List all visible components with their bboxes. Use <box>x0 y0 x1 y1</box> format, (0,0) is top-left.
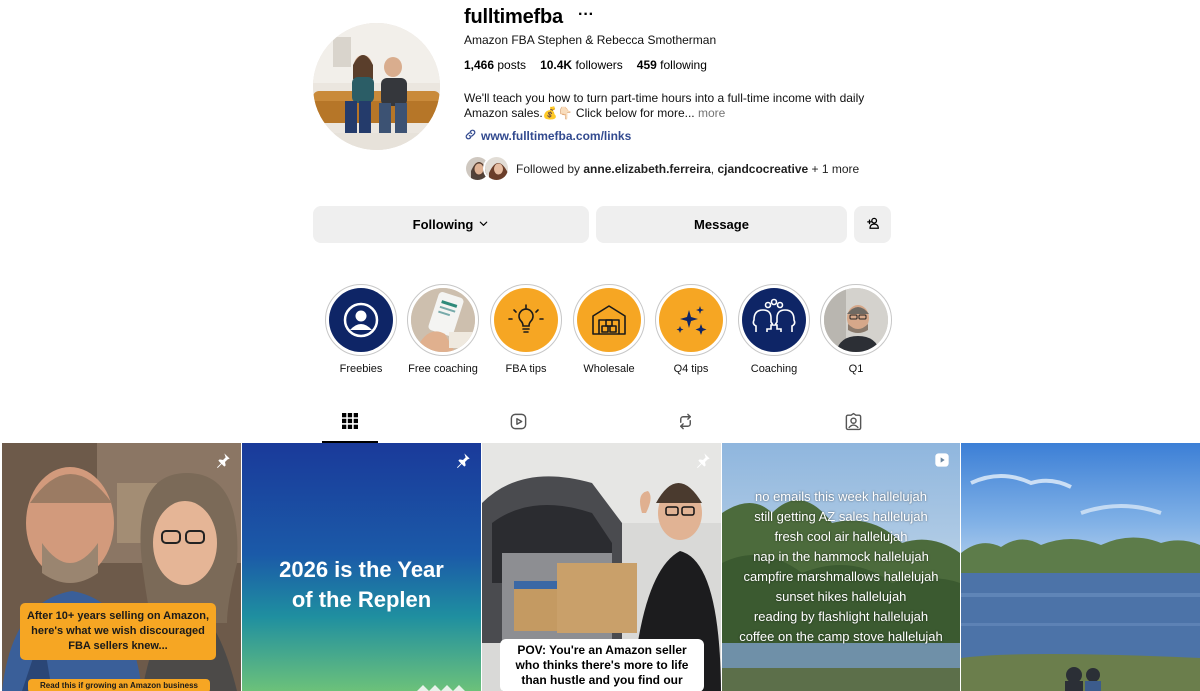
post-4-lyrics: no emails this week hallelujah still get… <box>722 487 960 647</box>
add-user-icon <box>866 216 880 233</box>
highlight-free-coaching[interactable]: Free coaching <box>407 284 479 375</box>
followed-separator: , <box>710 161 715 176</box>
post-tile-2[interactable]: 2026 is the Year of the Replen <box>242 443 481 691</box>
reels-icon <box>509 412 528 436</box>
tab-tagged[interactable] <box>825 405 881 443</box>
post-2-title: 2026 is the Year of the Replen <box>242 555 481 615</box>
follower-avatar-2 <box>483 155 510 182</box>
post-4-line: no emails this week hallelujah <box>755 489 927 504</box>
tab-reels[interactable] <box>490 405 546 443</box>
tagged-icon <box>844 412 863 436</box>
highlight-ring <box>655 284 727 356</box>
followed-user-1[interactable]: anne.elizabeth.ferreira <box>583 162 710 176</box>
highlight-coaching[interactable]: Coaching <box>738 284 810 375</box>
message-button[interactable]: Message <box>596 206 847 243</box>
following-button-label: Following <box>412 217 474 232</box>
posts-grid: After 10+ years selling on Amazon, here'… <box>2 443 1200 691</box>
message-button-label: Message <box>694 217 749 232</box>
following-count: 459 <box>636 58 657 72</box>
post-3-caption: POV: You're an Amazon seller who thinks … <box>500 639 704 691</box>
bio-line-2-wrap: Amazon sales.💰👇🏻 Click below for more...… <box>464 106 884 121</box>
profile-website-link[interactable]: www.fulltimefba.com/links <box>464 128 631 144</box>
warehouse-icon <box>577 288 641 352</box>
profile-stats: 1,466 posts 10.4K followers 459 followin… <box>464 58 707 72</box>
post-tile-3[interactable]: POV: You're an Amazon seller who thinks … <box>482 443 721 691</box>
highlight-ring <box>738 284 810 356</box>
followers-count: 10.4K <box>540 58 573 72</box>
repost-icon <box>676 412 695 436</box>
posts-stat: 1,466 posts <box>464 58 526 72</box>
more-options-icon[interactable]: ··· <box>578 6 594 24</box>
post-4-line: still getting AZ sales hallelujah <box>754 509 928 524</box>
grid-icon <box>342 412 358 434</box>
post-4-line: campfire marshmallows hallelujah <box>743 569 939 584</box>
followed-suffix: + 1 more <box>811 161 860 176</box>
profile-tabs <box>322 405 896 443</box>
bio-more-link[interactable]: more <box>698 106 725 120</box>
post-4-line: fresh cool air hallelujah <box>774 529 908 544</box>
tab-posts[interactable] <box>322 405 378 443</box>
following-stat[interactable]: 459 following <box>637 58 707 72</box>
lightbulb-icon <box>494 288 558 352</box>
highlight-ring <box>325 284 397 356</box>
post-tile-1[interactable]: After 10+ years selling on Amazon, here'… <box>2 443 241 691</box>
link-text: www.fulltimefba.com/links <box>481 129 632 143</box>
post-4-line: reading by flashlight hallelujah <box>753 609 929 624</box>
post-3-caption-line-3: than hustle and you find our <box>521 673 683 687</box>
highlight-label: Q1 <box>848 363 864 375</box>
highlight-wholesale[interactable]: Wholesale <box>573 284 645 375</box>
bio-line-2: Amazon sales.💰👇🏻 Click below for more... <box>464 106 695 120</box>
profile-username: fulltimefba <box>464 6 563 28</box>
post-4-line: coffee on the camp stove hallelujah <box>739 629 943 644</box>
highlight-fba-tips[interactable]: FBA tips <box>490 284 562 375</box>
bio-line-1: We'll teach you how to turn part-time ho… <box>464 91 865 105</box>
heads-gears-icon <box>742 288 806 352</box>
reel-icon <box>934 452 950 468</box>
post-3-caption-line-2: who thinks there's more to life <box>515 658 689 672</box>
highlight-q4-tips[interactable]: Q4 tips <box>655 284 727 375</box>
post-2-title-line-1: 2026 is the Year <box>279 557 444 582</box>
pin-icon <box>215 452 231 468</box>
link-icon <box>464 128 477 144</box>
pin-icon <box>455 452 471 468</box>
man-photo <box>824 288 888 352</box>
following-button[interactable]: Following <box>313 206 589 243</box>
post-5-image <box>961 443 1200 691</box>
sparkles-icon <box>659 288 723 352</box>
profile-bio: We'll teach you how to turn part-time ho… <box>464 91 884 121</box>
post-2-title-line-2: of the Replen <box>291 587 432 612</box>
suggested-users-button[interactable] <box>854 206 891 243</box>
chevron-down-icon <box>478 217 489 232</box>
post-tile-5[interactable] <box>961 443 1200 691</box>
post-4-line: sunset hikes hallelujah <box>775 589 907 604</box>
post-1-footer: Read this if growing an Amazon business <box>28 679 210 691</box>
highlight-freebies[interactable]: Freebies <box>325 284 397 375</box>
highlight-ring <box>490 284 562 356</box>
posts-label: posts <box>497 58 527 72</box>
tab-reposts[interactable] <box>657 405 713 443</box>
following-label: following <box>660 58 707 72</box>
post-1-caption: After 10+ years selling on Amazon, here'… <box>20 603 216 660</box>
person-circle-icon <box>329 288 393 352</box>
highlight-ring <box>407 284 479 356</box>
followed-by-text: Followed by anne.elizabeth.ferreira, cja… <box>516 162 859 176</box>
post-3-caption-line-1: POV: You're an Amazon seller <box>517 643 687 657</box>
post-tile-4[interactable]: no emails this week hallelujah still get… <box>722 443 960 691</box>
posts-count: 1,466 <box>464 58 495 72</box>
phone-photo <box>411 288 475 352</box>
followed-by[interactable]: Followed by anne.elizabeth.ferreira, cja… <box>464 155 859 182</box>
followed-prefix: Followed by <box>516 161 581 176</box>
profile-avatar[interactable] <box>313 23 440 150</box>
highlight-ring <box>820 284 892 356</box>
post-4-line: nap in the hammock hallelujah <box>753 549 929 564</box>
highlight-q1[interactable]: Q1 <box>820 284 892 375</box>
highlight-ring <box>573 284 645 356</box>
followers-label: followers <box>575 58 623 72</box>
followers-stat[interactable]: 10.4K followers <box>540 58 623 72</box>
pin-icon <box>695 452 711 468</box>
profile-full-name: Amazon FBA Stephen & Rebecca Smotherman <box>464 33 717 47</box>
followed-user-2[interactable]: cjandcocreative <box>717 162 808 176</box>
